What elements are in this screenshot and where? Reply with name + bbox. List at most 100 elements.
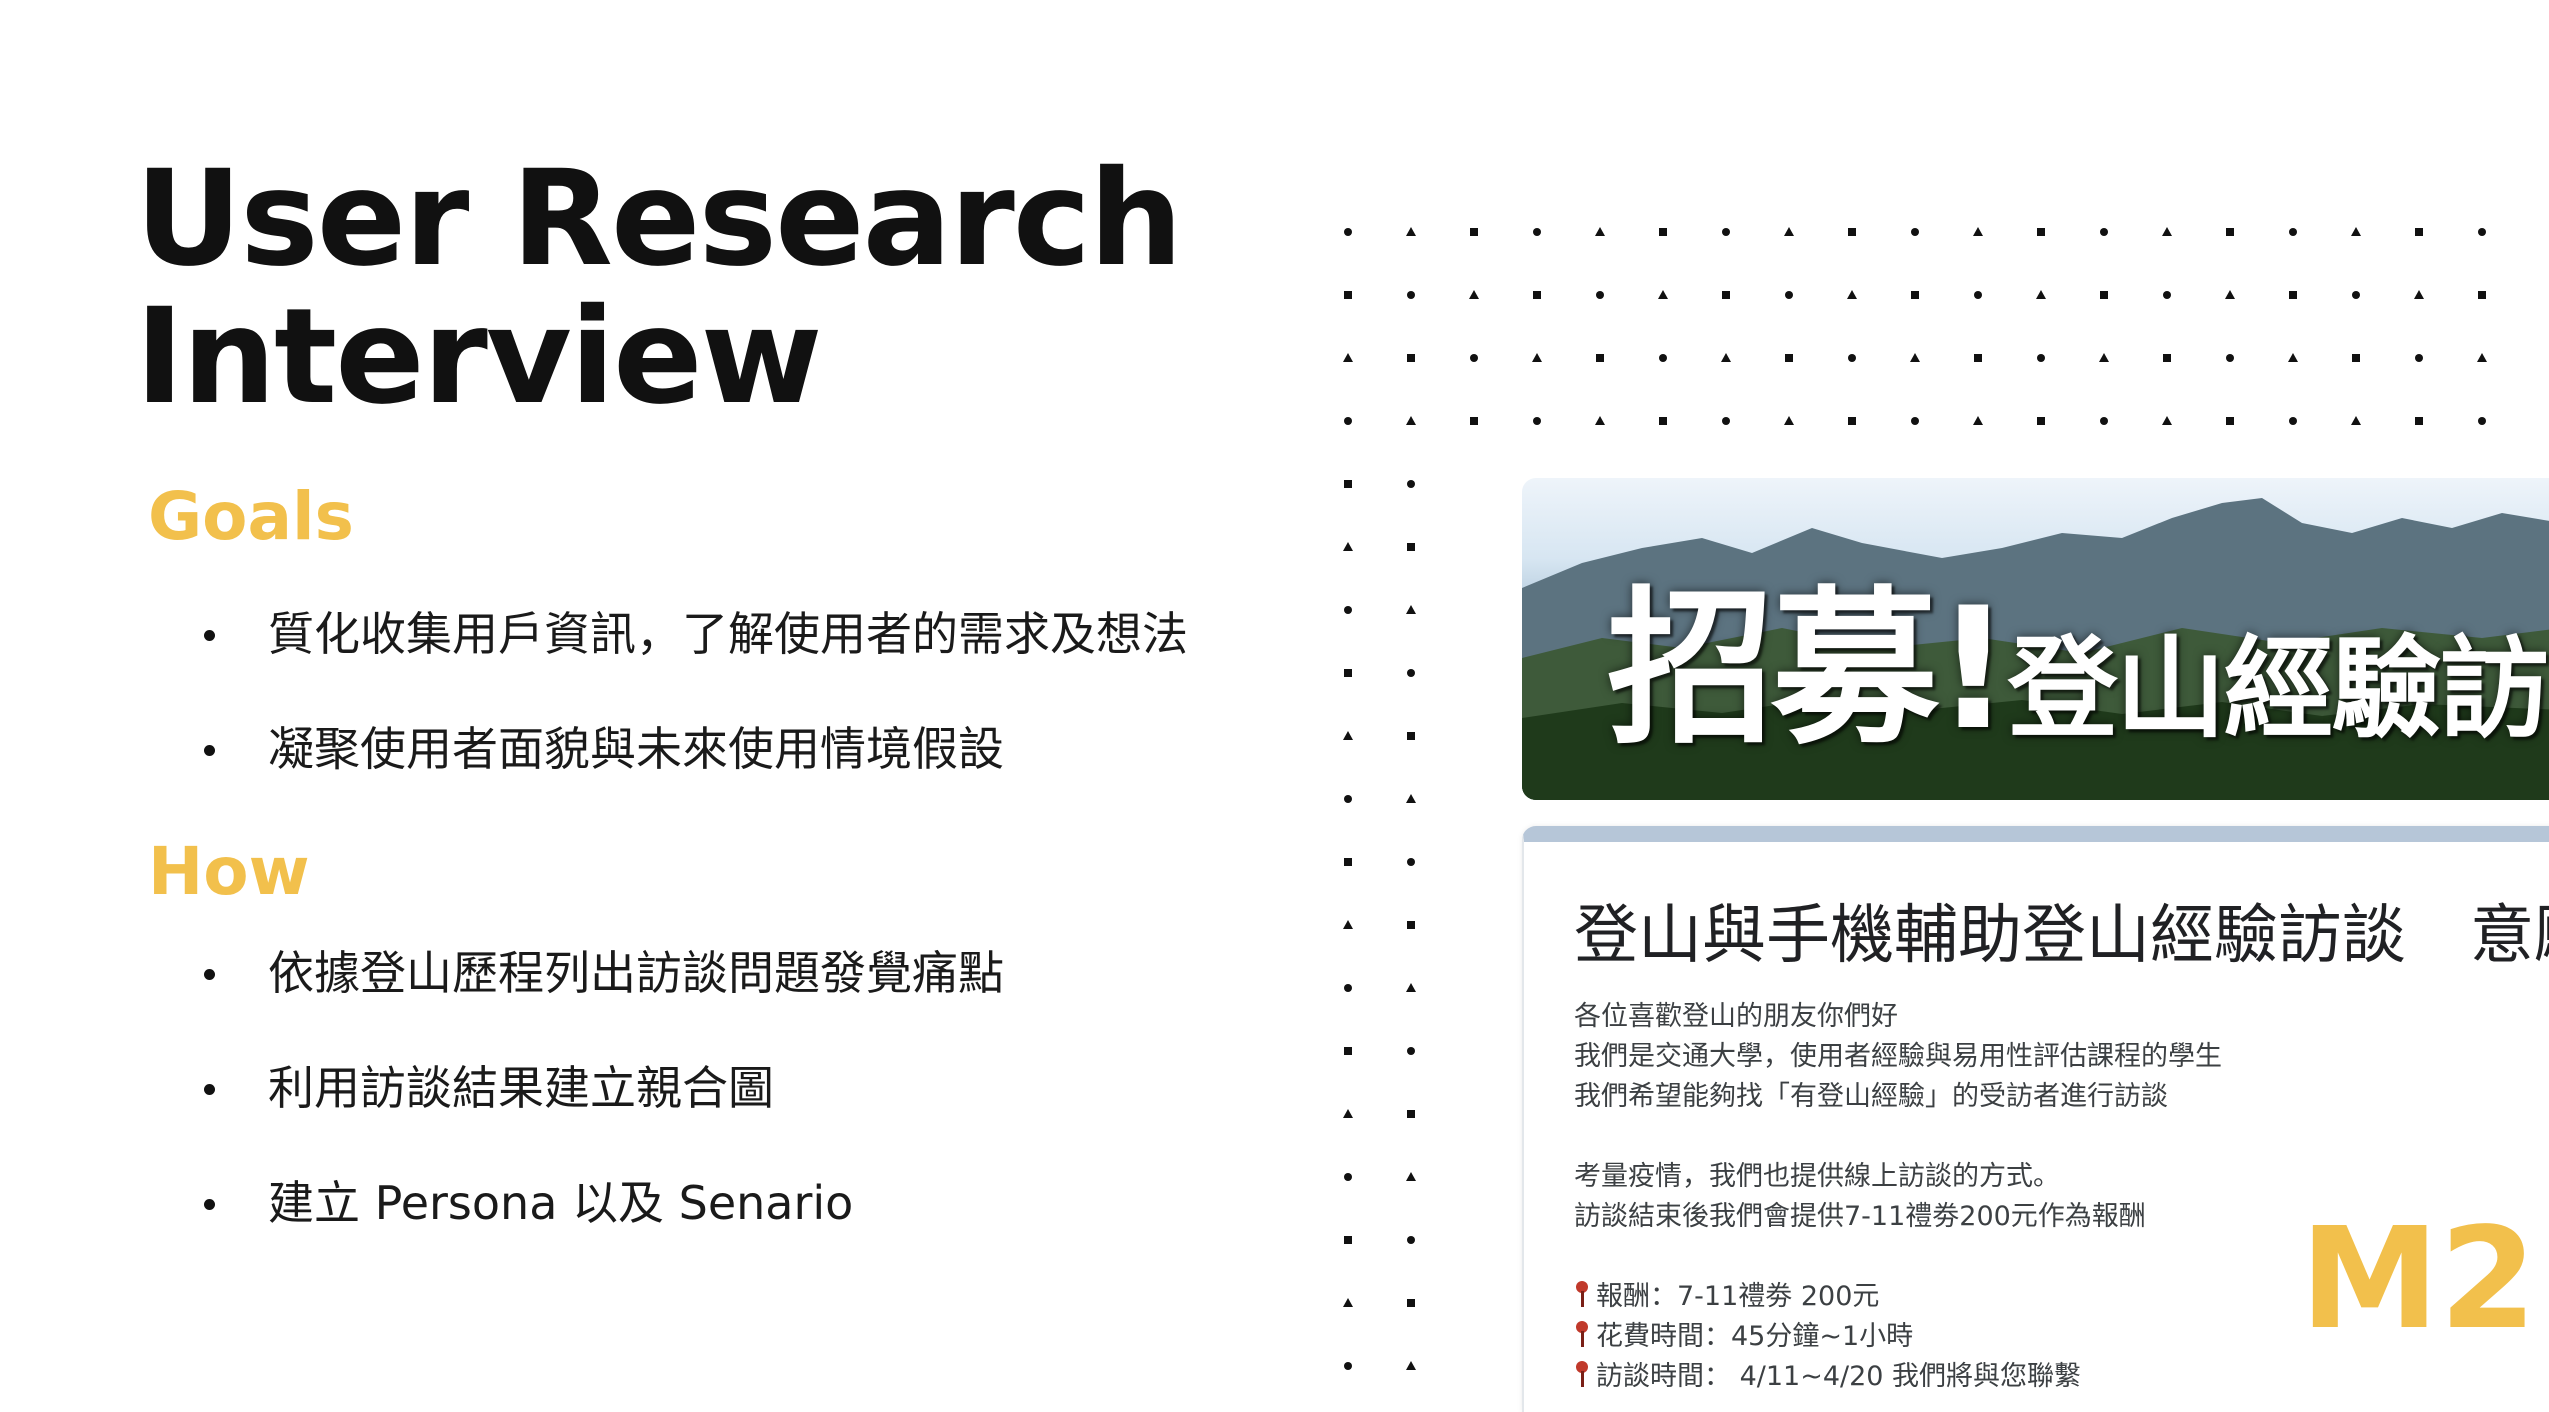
m2-watermark: M2 [2300, 1198, 2537, 1361]
pattern-mark [2037, 417, 2045, 425]
pattern-mark [2099, 353, 2109, 362]
pattern-mark [1974, 354, 1982, 362]
slide-title-line1: User Research [135, 142, 1183, 296]
pushpin-icon [1574, 1319, 1590, 1349]
pattern-mark [1406, 605, 1416, 614]
pattern-mark [1407, 354, 1415, 362]
pattern-mark [1344, 1362, 1352, 1370]
pattern-mark [1344, 228, 1352, 236]
pattern-mark [1722, 228, 1730, 236]
pattern-mark [2478, 228, 2486, 236]
pattern-mark [1911, 228, 1919, 236]
pattern-mark [1406, 794, 1416, 803]
goals-item-text: 凝聚使用者面貌與未來使用情境假設 [268, 722, 1004, 776]
pattern-mark [2289, 417, 2297, 425]
pattern-mark [1344, 1047, 1352, 1055]
how-item-text: 利用訪談結果建立親合圖 [268, 1061, 774, 1115]
how-item-text: 依據登山歷程列出訪談問題發覺痛點 [268, 946, 1004, 1000]
pattern-mark [1722, 417, 1730, 425]
pattern-mark [1407, 669, 1415, 677]
goals-heading: Goals [148, 478, 354, 555]
form-detail-text: 訪談時間： 4/11~4/20 我們將與您聯繫 [1596, 1361, 2082, 1392]
pattern-mark [1407, 291, 1415, 299]
pattern-mark [2289, 291, 2297, 299]
pattern-mark [1911, 417, 1919, 425]
pattern-mark [1406, 416, 1416, 425]
pattern-mark [1533, 228, 1541, 236]
form-detail-text: 報酬：7-11禮劵 200元 [1596, 1281, 1880, 1312]
pattern-mark [1973, 416, 1983, 425]
banner-small-text: 登山經驗訪 [2007, 625, 2549, 753]
pattern-mark [1406, 1361, 1416, 1370]
pattern-mark [1784, 416, 1794, 425]
pattern-mark [1344, 1173, 1352, 1181]
pattern-mark [1848, 417, 1856, 425]
pattern-mark [1470, 417, 1478, 425]
pattern-mark [2478, 417, 2486, 425]
form-line: 考量疫情，我們也提供線上訪談的方式。 [1574, 1161, 2060, 1192]
pattern-mark [2225, 290, 2235, 299]
pattern-mark [1784, 227, 1794, 236]
pattern-mark [1407, 921, 1415, 929]
pattern-mark [1407, 480, 1415, 488]
pattern-mark [1406, 227, 1416, 236]
pattern-mark [2226, 228, 2234, 236]
pattern-mark [1596, 291, 1604, 299]
pattern-mark [1344, 858, 1352, 866]
pattern-mark [2226, 417, 2234, 425]
pattern-mark [1407, 858, 1415, 866]
pattern-mark [1470, 228, 1478, 236]
slide-title-line2: Interview [135, 280, 823, 434]
pattern-mark [1343, 731, 1353, 740]
form-line: 我們是交通大學，使用者經驗與易用性評估課程的學生 [1574, 1041, 2222, 1072]
goals-item-text: 質化收集用戶資訊，了解使用者的需求及想法 [268, 607, 1188, 661]
pattern-mark [1722, 291, 1730, 299]
pattern-mark [1595, 227, 1605, 236]
bullet-dot-icon [204, 630, 215, 641]
pattern-mark [2415, 228, 2423, 236]
pattern-mark [1847, 290, 1857, 299]
form-line: 我們希望能夠找「有登山經驗」的受訪者進行訪談 [1574, 1081, 2168, 1112]
pattern-mark [2162, 227, 2172, 236]
pattern-mark [1344, 480, 1352, 488]
pattern-mark [2414, 290, 2424, 299]
pattern-mark [2226, 354, 2234, 362]
pattern-mark [1911, 291, 1919, 299]
pattern-mark [1659, 417, 1667, 425]
pattern-mark [2036, 290, 2046, 299]
pattern-mark [1343, 1109, 1353, 1118]
pattern-mark [2352, 354, 2360, 362]
pattern-mark [1659, 354, 1667, 362]
pattern-mark [1407, 1047, 1415, 1055]
pattern-mark [1721, 353, 1731, 362]
pattern-mark [1470, 354, 1478, 362]
pattern-mark [1344, 795, 1352, 803]
pattern-mark [2351, 416, 2361, 425]
pattern-mark [1406, 1172, 1416, 1181]
pattern-mark [2037, 228, 2045, 236]
pattern-mark [1595, 416, 1605, 425]
pattern-mark [1406, 983, 1416, 992]
bullet-dot-icon [204, 745, 215, 756]
pattern-mark [1533, 417, 1541, 425]
how-item-text: 建立 Persona 以及 Senario [268, 1176, 854, 1230]
pattern-mark [1343, 1298, 1353, 1307]
pattern-mark [1344, 669, 1352, 677]
form-detail: 訪談時間： 4/11~4/20 我們將與您聯繫 [1574, 1357, 2549, 1397]
pushpin-icon [1574, 1359, 1590, 1389]
pattern-mark [2100, 291, 2108, 299]
pattern-mark [1344, 984, 1352, 992]
pattern-mark [1343, 353, 1353, 362]
pattern-mark [1407, 1236, 1415, 1244]
form-detail-text: 花費時間：45分鐘~1小時 [1596, 1321, 1914, 1352]
pattern-mark [1469, 290, 1479, 299]
pattern-mark [1407, 732, 1415, 740]
pattern-mark [2415, 417, 2423, 425]
pattern-mark [1344, 606, 1352, 614]
pattern-mark [2478, 291, 2486, 299]
banner-headline: 招募!登山經驗訪 [1607, 533, 2549, 776]
pattern-mark [1407, 1110, 1415, 1118]
pattern-mark [2037, 354, 2045, 362]
pattern-mark [1407, 543, 1415, 551]
pattern-mark [2162, 416, 2172, 425]
